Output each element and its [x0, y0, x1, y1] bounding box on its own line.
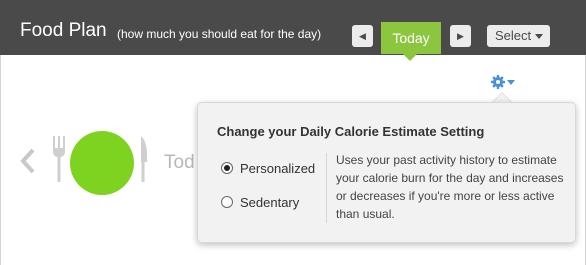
header-bar: Food Plan (how much you should eat for t… [0, 0, 586, 55]
previous-plate-button[interactable] [18, 148, 38, 174]
popup-title: Change your Daily Calorie Estimate Setti… [217, 124, 485, 139]
personalized-label: Personalized [240, 161, 316, 176]
calorie-estimate-popup: Change your Daily Calorie Estimate Setti… [197, 102, 576, 243]
calorie-settings-button[interactable] [490, 74, 518, 90]
left-triangle-icon: ◀ [359, 31, 366, 41]
chevron-left-icon [20, 148, 35, 174]
select-dropdown-button[interactable]: Select [487, 25, 550, 47]
personalized-radio[interactable] [221, 162, 233, 174]
today-tab-pointer [403, 54, 417, 61]
caret-down-icon [507, 80, 515, 85]
sedentary-radio[interactable] [221, 196, 233, 208]
option-description: Uses your past activity history to estim… [336, 153, 564, 221]
fork-icon [53, 136, 65, 182]
select-label: Select [495, 28, 532, 43]
page-subtitle: (how much you should eat for the day) [117, 27, 322, 41]
plate-day-label: Tod [164, 152, 195, 173]
page-title: Food Plan [20, 20, 107, 41]
food-plate [70, 131, 134, 195]
knife-icon [141, 136, 148, 182]
previous-day-button[interactable]: ◀ [352, 25, 373, 47]
right-triangle-icon: ▶ [457, 31, 464, 41]
chevron-down-icon [535, 34, 543, 39]
next-day-button[interactable]: ▶ [450, 25, 471, 47]
popup-divider [326, 153, 327, 223]
today-tab[interactable]: Today [381, 22, 441, 54]
gear-icon [491, 75, 515, 89]
sedentary-label: Sedentary [240, 195, 300, 210]
